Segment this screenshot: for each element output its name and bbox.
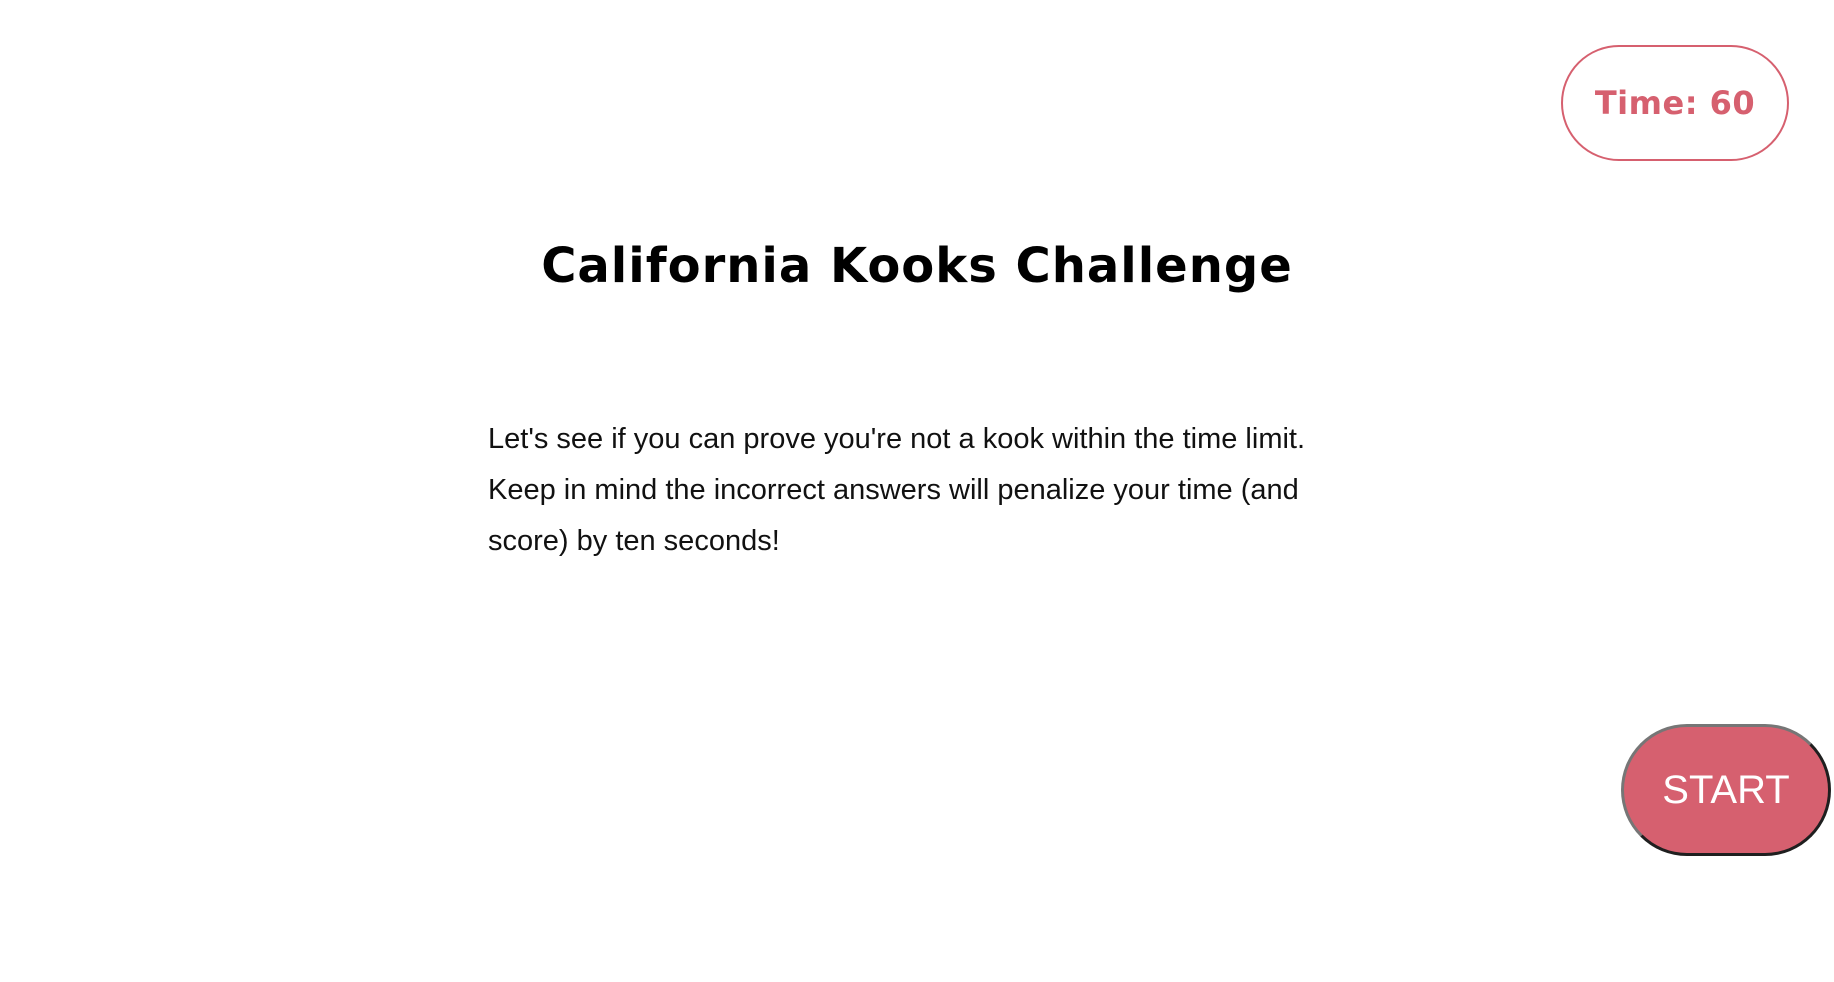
instructions-text: Let's see if you can prove you're not a … (488, 423, 1306, 557)
start-button[interactable]: START (1621, 724, 1831, 856)
page-title: California Kooks Challenge (541, 238, 1293, 294)
timer-display: Time: 60 (1561, 45, 1789, 161)
